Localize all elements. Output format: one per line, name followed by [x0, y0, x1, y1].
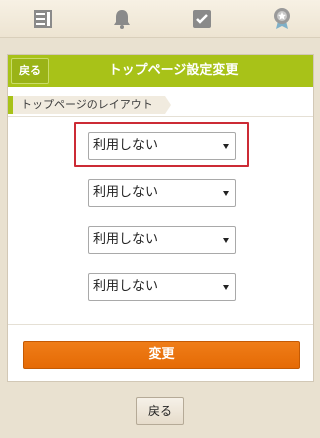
panel-divider [8, 324, 313, 325]
dropdown-arrow-icon [223, 238, 229, 243]
layout-select-2[interactable]: 利用しない [88, 179, 236, 207]
panel-header: 戻る トップページ設定変更 [8, 55, 313, 87]
layout-select-1[interactable]: 利用しない [88, 132, 236, 160]
select-value: 利用しない [93, 232, 159, 247]
badge-icon[interactable] [270, 7, 294, 31]
section-label-layout: トップページのレイアウト [8, 96, 171, 114]
page-title: トップページ設定変更 [108, 63, 239, 78]
dropdown-arrow-icon [223, 285, 229, 290]
back-button-footer[interactable]: 戻る [136, 397, 184, 425]
dropdown-arrow-icon [223, 191, 229, 196]
layout-select-3[interactable]: 利用しない [88, 226, 236, 254]
select-value: 利用しない [93, 279, 159, 294]
layout-select-4[interactable]: 利用しない [88, 273, 236, 301]
list-icon[interactable] [31, 7, 55, 31]
bell-icon[interactable] [110, 7, 134, 31]
select-value: 利用しない [93, 138, 159, 153]
checkbox-icon[interactable] [190, 7, 214, 31]
top-navigation-bar [0, 0, 320, 38]
submit-change-button[interactable]: 変更 [23, 341, 300, 369]
select-value: 利用しない [93, 185, 159, 200]
section-divider [8, 116, 313, 117]
back-button-header[interactable]: 戻る [11, 58, 49, 84]
settings-panel: 戻る トップページ設定変更 トップページのレイアウト 利用しない 利用しない 利… [7, 54, 314, 382]
dropdown-arrow-icon [223, 144, 229, 149]
